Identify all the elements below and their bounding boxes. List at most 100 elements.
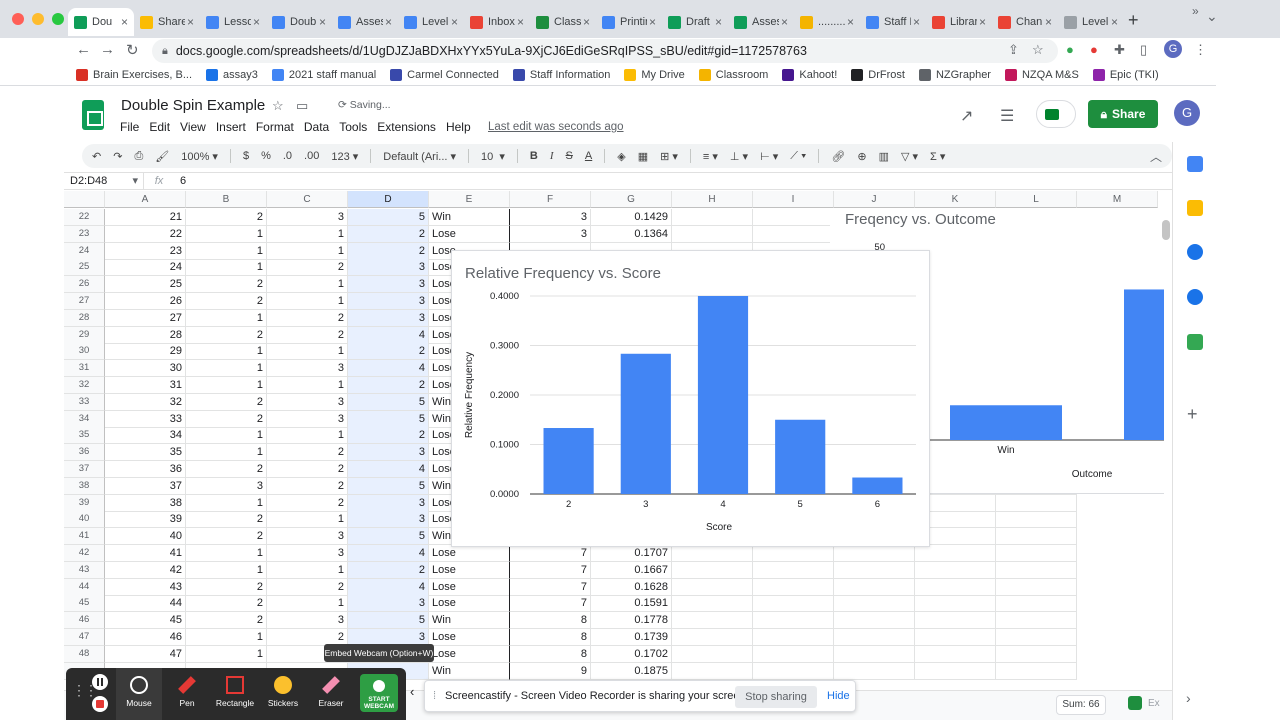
cell[interactable]: 2 <box>348 377 429 394</box>
cell[interactable]: 26 <box>105 293 186 310</box>
cell[interactable] <box>672 225 753 243</box>
cell[interactable]: 1 <box>267 561 348 579</box>
row-header[interactable]: 28 <box>64 309 105 327</box>
cell[interactable]: 42 <box>105 561 186 579</box>
cell[interactable] <box>672 595 753 613</box>
cell[interactable]: 2 <box>186 293 267 310</box>
cell[interactable]: 8 <box>510 612 591 630</box>
text-color-icon[interactable]: A <box>585 150 592 162</box>
cell[interactable]: 4 <box>348 326 429 344</box>
bookmark-item[interactable]: assay3 <box>206 68 258 81</box>
cell[interactable]: 8 <box>510 645 591 663</box>
column-header-h[interactable]: H <box>672 191 753 208</box>
cell[interactable]: Lose <box>429 629 510 646</box>
document-title[interactable]: Double Spin Example <box>121 97 265 114</box>
bookmark-item[interactable]: Carmel Connected <box>390 68 499 81</box>
name-box-dropdown-icon[interactable]: ▾ <box>132 173 143 190</box>
cell[interactable]: 47 <box>105 645 186 663</box>
menu-data[interactable]: Data <box>304 120 329 134</box>
insert-link-icon[interactable]: 🔗︎ <box>831 150 845 163</box>
forward-icon[interactable]: → <box>100 41 115 58</box>
cell[interactable]: 2 <box>267 494 348 512</box>
cell[interactable] <box>753 561 834 579</box>
row-header[interactable]: 41 <box>64 528 105 546</box>
browser-tab[interactable]: Assess× <box>332 8 398 36</box>
row-header[interactable]: 40 <box>64 511 105 529</box>
cell[interactable]: Lose <box>429 225 510 243</box>
decrease-decimal-button[interactable]: .0 <box>283 150 292 162</box>
cell[interactable]: 1 <box>186 360 267 378</box>
cell[interactable]: 3 <box>267 545 348 562</box>
cell[interactable]: 37 <box>105 477 186 495</box>
fill-color-icon[interactable]: ◈ <box>617 150 625 163</box>
cell[interactable]: 3 <box>348 444 429 462</box>
zoom-select[interactable]: 100% ▾ <box>181 150 218 163</box>
redo-icon[interactable]: ↷ <box>113 150 122 163</box>
move-folder-icon[interactable]: ▭ <box>296 98 308 114</box>
cell[interactable]: 3 <box>348 309 429 327</box>
cell[interactable]: 9 <box>510 662 591 680</box>
bookmark-item[interactable]: Brain Exercises, B... <box>76 68 192 81</box>
browser-tab[interactable]: Assess× <box>728 8 794 36</box>
name-box[interactable]: D2:D48 ▾ <box>64 173 144 189</box>
cell[interactable]: 1 <box>267 377 348 394</box>
cell[interactable]: 0.1364 <box>591 225 672 243</box>
mouse-tool-button[interactable]: Mouse <box>116 668 162 720</box>
show-side-panel-icon[interactable]: › <box>1186 690 1191 706</box>
insert-chart-icon[interactable]: ▥ <box>879 150 889 163</box>
pause-recording-icon[interactable] <box>92 674 108 690</box>
cell[interactable] <box>834 578 915 596</box>
cell[interactable]: 2 <box>267 309 348 327</box>
cell[interactable]: 2 <box>267 259 348 277</box>
column-header-m[interactable]: M <box>1077 191 1158 208</box>
cell[interactable]: 1 <box>186 309 267 327</box>
cell[interactable]: 44 <box>105 595 186 613</box>
row-header[interactable]: 23 <box>64 225 105 243</box>
tasks-icon[interactable] <box>1187 244 1203 260</box>
minimize-window-icon[interactable] <box>32 13 44 25</box>
cell[interactable]: 8 <box>510 629 591 646</box>
cell[interactable]: 4 <box>348 360 429 378</box>
menu-insert[interactable]: Insert <box>216 120 246 134</box>
cell[interactable]: 0.1429 <box>591 209 672 226</box>
cell[interactable]: 34 <box>105 427 186 445</box>
browser-tab[interactable]: Library× <box>926 8 992 36</box>
pen-tool-button[interactable]: Pen <box>164 668 210 720</box>
tab-close-icon[interactable]: × <box>187 15 194 29</box>
tab-close-icon[interactable]: × <box>847 15 854 29</box>
cell[interactable]: 3 <box>348 595 429 613</box>
tab-close-icon[interactable]: × <box>1045 15 1052 29</box>
cell[interactable]: 3 <box>267 410 348 428</box>
cell[interactable]: 7 <box>510 561 591 579</box>
browser-tab[interactable]: Printing× <box>596 8 662 36</box>
bold-icon[interactable]: B <box>530 150 538 162</box>
row-header[interactable]: 30 <box>64 343 105 361</box>
add-on-plus-icon[interactable]: + <box>1187 404 1198 425</box>
merge-cells-icon[interactable]: ⊞ ▾ <box>660 150 678 163</box>
rectangle-tool-button[interactable]: Rectangle <box>212 668 258 720</box>
cell[interactable]: 0.1702 <box>591 645 672 663</box>
cell[interactable]: 1 <box>267 242 348 260</box>
cell[interactable]: 1 <box>186 377 267 394</box>
font-size-select[interactable]: 10 ▾ <box>481 150 505 163</box>
tab-search-icon[interactable]: ⌄ <box>1206 8 1218 25</box>
collapse-toolbar-icon[interactable]: ︿ <box>1150 148 1162 165</box>
cell[interactable] <box>996 595 1077 613</box>
maximize-window-icon[interactable] <box>52 13 64 25</box>
extension-grammarly-icon[interactable]: ● <box>1066 42 1074 57</box>
row-header[interactable]: 29 <box>64 326 105 344</box>
text-wrap-icon[interactable]: ⊢ ▾ <box>760 150 778 163</box>
tab-close-icon[interactable]: × <box>583 15 590 29</box>
cell[interactable]: Lose <box>429 561 510 579</box>
cell[interactable] <box>996 494 1077 512</box>
cell[interactable] <box>996 662 1077 680</box>
cell[interactable]: 0.1628 <box>591 578 672 596</box>
cell[interactable]: 25 <box>105 276 186 294</box>
menu-help[interactable]: Help <box>446 120 471 134</box>
cell[interactable]: 43 <box>105 578 186 596</box>
percent-format-button[interactable]: % <box>261 150 271 162</box>
sum-indicator[interactable]: Sum: 66 <box>1056 695 1106 715</box>
browser-tab[interactable]: .........U× <box>794 8 860 36</box>
print-icon[interactable]: ⎙ <box>134 150 143 163</box>
back-icon[interactable]: ← <box>76 41 91 58</box>
